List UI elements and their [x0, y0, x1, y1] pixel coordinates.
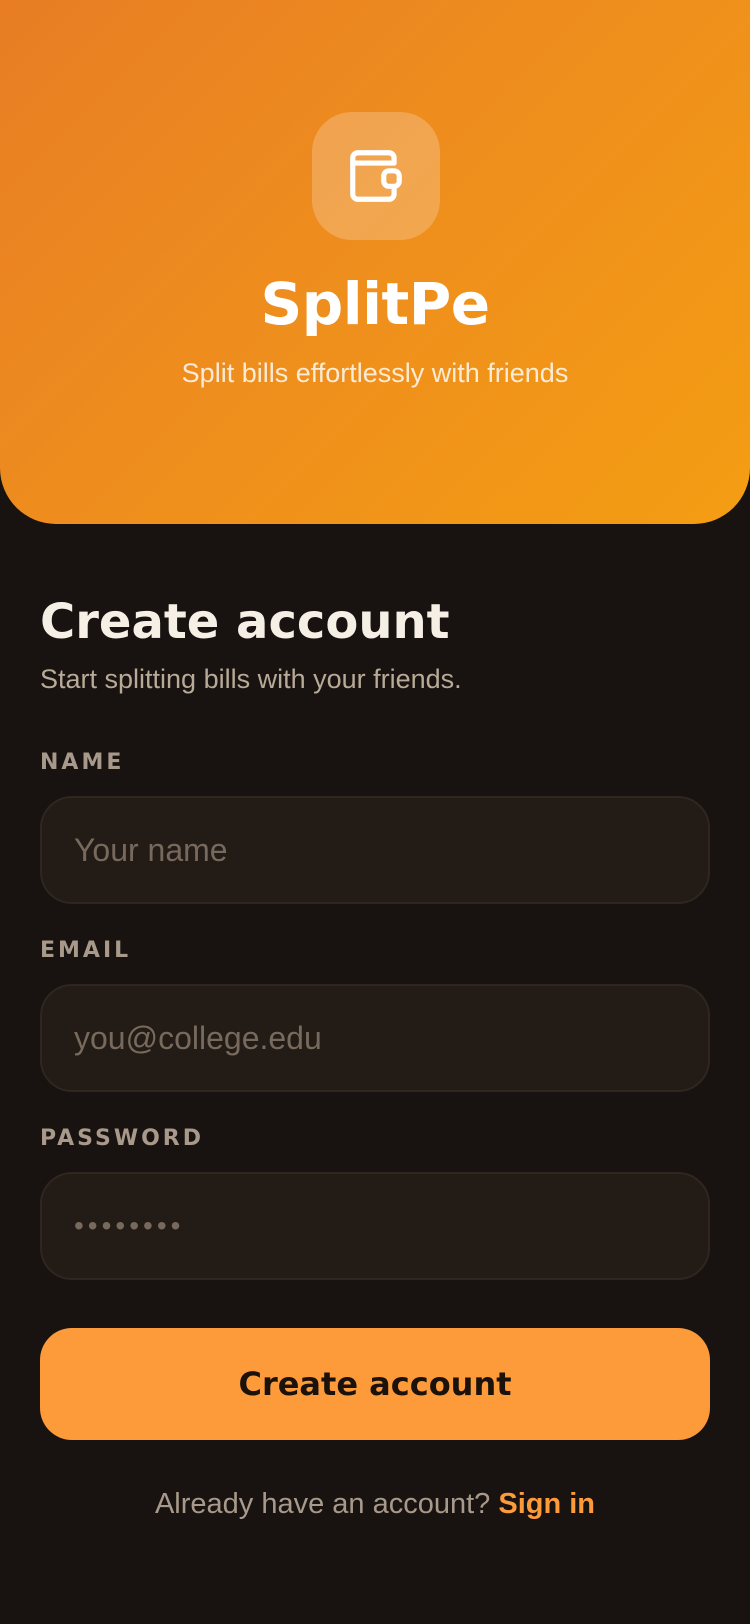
- signin-link[interactable]: Sign in: [498, 1488, 595, 1520]
- name-field[interactable]: Your name: [40, 796, 710, 904]
- create-account-button-label: Create account: [238, 1365, 512, 1403]
- name-placeholder: Your name: [74, 831, 228, 868]
- password-label: PASSWORD: [40, 1126, 205, 1151]
- email-placeholder: you@college.edu: [74, 1019, 322, 1056]
- page-title: Create account: [40, 594, 450, 650]
- password-mask: ••••••••: [74, 1210, 185, 1241]
- name-label: NAME: [40, 750, 125, 775]
- wallet-icon: [350, 150, 402, 202]
- signup-screen: SplitPe Split bills effortlessly with fr…: [0, 0, 750, 1624]
- email-field[interactable]: you@college.edu: [40, 984, 710, 1092]
- page-subtitle: Start splitting bills with your friends.: [40, 664, 462, 694]
- signin-prompt-text: Already have an account?: [154, 1488, 499, 1520]
- app-logo: [312, 112, 440, 240]
- signin-prompt-row: Already have an account? Sign in: [0, 1488, 750, 1521]
- email-label: EMAIL: [40, 938, 132, 963]
- create-account-button[interactable]: Create account: [40, 1328, 710, 1440]
- app-name: SplitPe: [260, 270, 490, 338]
- password-field[interactable]: ••••••••: [40, 1172, 710, 1280]
- app-tagline: Split bills effortlessly with friends: [181, 358, 569, 388]
- brand-header: SplitPe Split bills effortlessly with fr…: [0, 0, 750, 524]
